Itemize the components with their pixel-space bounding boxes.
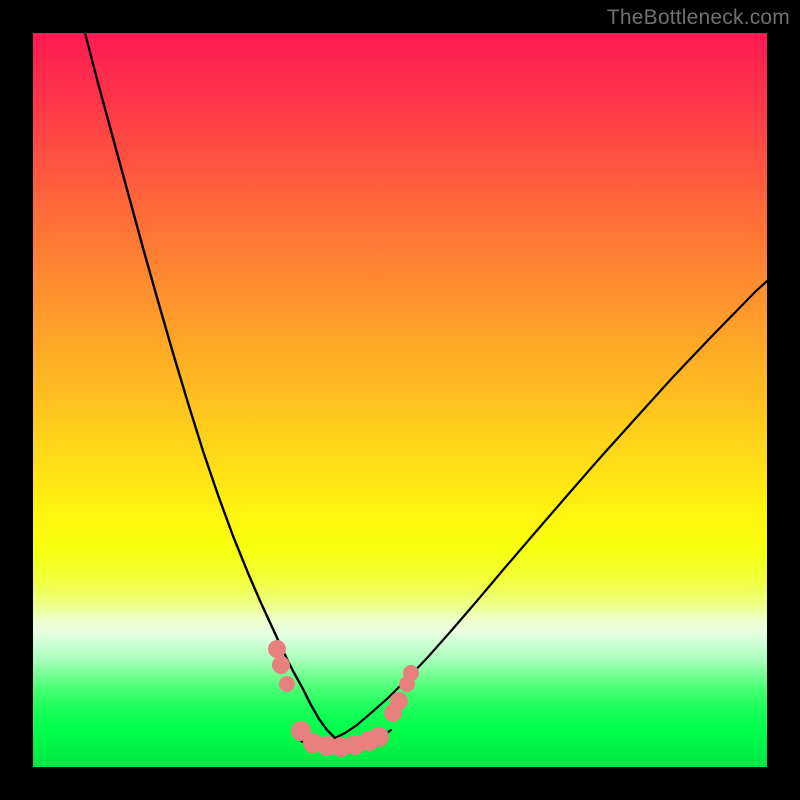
data-marker	[390, 692, 408, 710]
data-marker	[268, 640, 286, 658]
data-marker	[403, 665, 419, 681]
marker-group	[268, 640, 419, 757]
outer-frame: TheBottleneck.com	[0, 0, 800, 800]
watermark-text: TheBottleneck.com	[607, 6, 790, 30]
plot-area	[33, 33, 767, 767]
left-curve	[85, 33, 335, 738]
data-marker	[272, 656, 290, 674]
data-marker	[279, 676, 295, 692]
right-curve	[335, 281, 767, 738]
data-marker	[369, 727, 389, 747]
chart-svg	[33, 33, 767, 767]
